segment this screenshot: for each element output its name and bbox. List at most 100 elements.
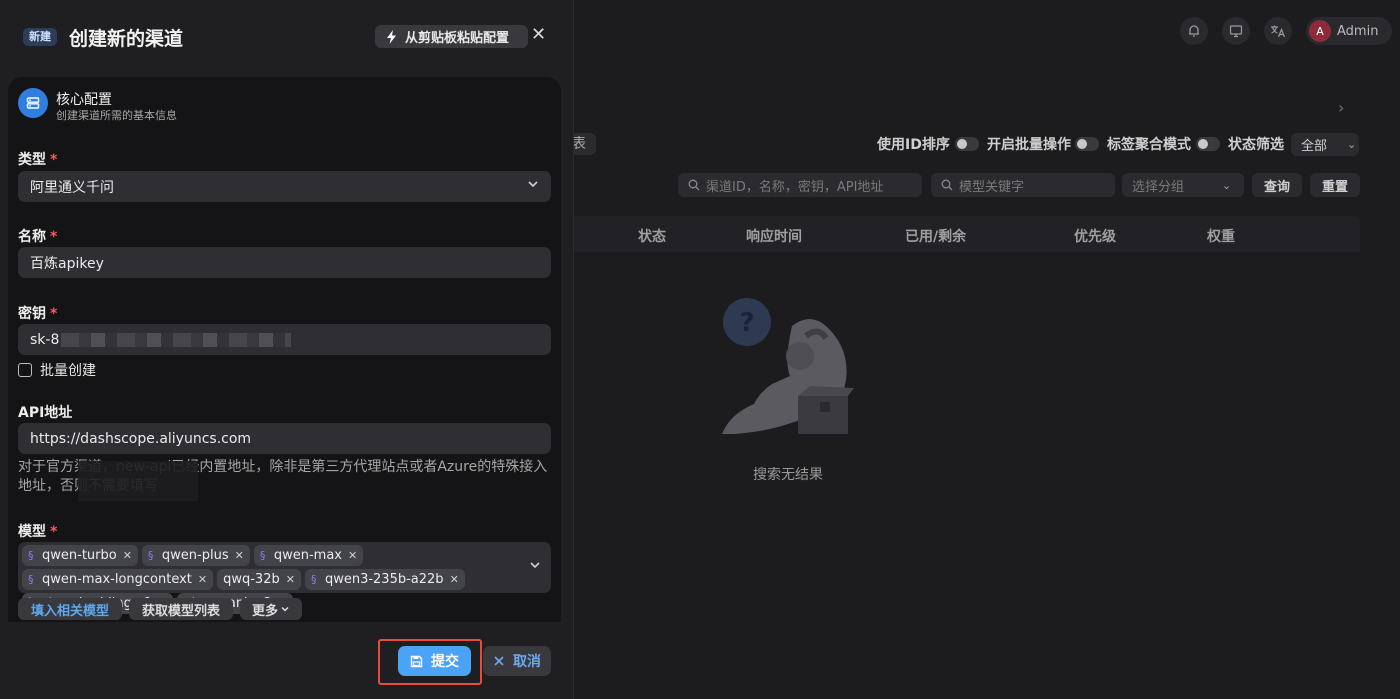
model-tag-label: qwen-turbo — [42, 548, 117, 563]
submit-label: 提交 — [431, 654, 459, 670]
models-label-text: 模型 — [18, 524, 46, 540]
new-badge: 新建 — [23, 28, 57, 46]
paste-from-clipboard-label: 从剪贴板粘贴配置 — [405, 31, 510, 46]
more-button[interactable]: 更多 — [240, 598, 302, 620]
models-multiselect[interactable]: § qwen-turbo ✕ § qwen-plus ✕ § qwen-max ✕ § qwen-m… — [18, 542, 551, 614]
api-field-label: API地址 — [18, 405, 73, 421]
remove-tag-icon[interactable]: ✕ — [123, 549, 132, 562]
key-field-label: 密钥 * — [18, 303, 57, 323]
avatar: A — [1309, 20, 1331, 42]
remove-tag-icon[interactable]: ✕ — [235, 549, 244, 562]
column-header: 响应时间 — [746, 229, 802, 245]
model-tag-label: qwen-max-longcontext — [42, 572, 192, 587]
model-tag-label: qwen-max — [273, 548, 342, 563]
name-label-text: 名称 — [18, 229, 46, 245]
model-tag[interactable]: § qwen3-235b-a22b ✕ — [304, 569, 465, 590]
empty-state-text: 搜索无结果 — [753, 467, 823, 483]
status-filter-select[interactable]: 全部 ⌄ — [1291, 133, 1359, 156]
channel-search-placeholder: 渠道ID，名称，密钥，API地址 — [706, 179, 884, 195]
group-select[interactable]: 选择分组 ⌄ — [1122, 173, 1244, 197]
sort-by-id-label: 使用ID排序 — [877, 137, 950, 153]
table-header: 状态 响应时间 已用/剩余 优先级 权重 — [560, 216, 1360, 252]
fetch-model-list-button[interactable]: 获取模型列表 — [129, 598, 233, 620]
required-mark: * — [50, 152, 58, 168]
batch-create-checkbox[interactable] — [18, 363, 32, 377]
redacted-key — [61, 332, 292, 347]
model-search-placeholder: 模型关键字 — [959, 179, 1025, 195]
chevron-right-icon[interactable]: › — [1338, 98, 1344, 117]
api-url-input[interactable]: https://dashscope.aliyuncs.com — [18, 423, 551, 454]
model-tag-label: qwq-32b — [223, 572, 280, 587]
remove-tag-icon[interactable]: ✕ — [450, 573, 459, 586]
required-mark: * — [50, 524, 58, 540]
api-url-value: https://dashscope.aliyuncs.com — [30, 430, 252, 447]
submit-button[interactable]: 提交 — [398, 646, 471, 676]
user-menu[interactable]: A Admin — [1306, 17, 1392, 45]
search-icon — [941, 179, 953, 191]
channel-search-input[interactable]: 渠道ID，名称，密钥，API地址 — [678, 173, 922, 197]
type-select[interactable]: 阿里通义千问 — [18, 171, 551, 202]
model-tag[interactable]: § qwen-plus ✕ — [141, 545, 250, 566]
model-tag[interactable]: § qwen-max ✕ — [253, 545, 364, 566]
key-value: sk-8 — [30, 331, 60, 348]
query-button[interactable]: 查询 — [1252, 173, 1302, 197]
translate-icon[interactable] — [1264, 17, 1292, 45]
model-tag-label: qwen3-235b-a22b — [324, 572, 444, 587]
column-header: 优先级 — [1074, 229, 1116, 245]
batch-create-checkbox-row[interactable]: 批量创建 — [18, 360, 96, 380]
tag-mode-label: 标签聚合模式 — [1107, 137, 1191, 153]
search-icon — [688, 179, 700, 191]
card-title: 核心配置 — [56, 92, 112, 108]
svg-text:?: ? — [739, 308, 754, 338]
chevron-down-icon[interactable] — [529, 559, 541, 575]
fill-related-models-button[interactable]: 填入相关模型 — [18, 598, 122, 620]
paste-from-clipboard-button[interactable]: 从剪贴板粘贴配置 — [375, 25, 528, 48]
qwen-logo-icon: § — [28, 572, 34, 586]
remove-tag-icon[interactable]: ✕ — [286, 573, 295, 586]
chevron-down-icon — [281, 606, 289, 612]
close-icon — [494, 656, 504, 666]
type-value: 阿里通义千问 — [30, 179, 114, 196]
cancel-button[interactable]: 取消 — [483, 646, 551, 676]
monitor-icon[interactable] — [1222, 17, 1250, 45]
card-subtitle: 创建渠道所需的基本信息 — [56, 109, 177, 122]
status-filter-label: 状态筛选 — [1228, 137, 1284, 153]
batch-ops-label: 开启批量操作 — [987, 137, 1071, 153]
model-tag[interactable]: qwq-32b ✕ — [217, 569, 301, 590]
remove-tag-icon[interactable]: ✕ — [348, 549, 357, 562]
core-config-card: 核心配置 创建渠道所需的基本信息 类型 * 阿里通义千问 名称 * 百炼apikey… — [8, 77, 561, 622]
create-channel-drawer: 新建 创建新的渠道 从剪贴板粘贴配置 ✕ 核心配置 创建渠道所需的基本信息 类型… — [0, 0, 574, 699]
column-header: 权重 — [1207, 229, 1235, 245]
status-filter-value: 全部 — [1301, 139, 1328, 154]
column-header: 已用/剩余 — [905, 229, 967, 245]
key-input[interactable]: sk-8 — [18, 324, 551, 355]
chevron-down-icon: ⌄ — [1347, 138, 1357, 151]
server-icon — [18, 88, 48, 118]
required-mark: * — [50, 229, 58, 245]
qwen-logo-icon: § — [259, 548, 266, 562]
batch-create-label: 批量创建 — [40, 363, 96, 379]
user-name: Admin — [1337, 23, 1379, 39]
reset-button[interactable]: 重置 — [1310, 173, 1360, 197]
model-tag[interactable]: § qwen-max-longcontext ✕ — [22, 569, 214, 590]
qwen-logo-icon: § — [310, 572, 317, 586]
cancel-label: 取消 — [513, 654, 541, 670]
tag-mode-toggle[interactable] — [1196, 137, 1220, 151]
name-field-label: 名称 * — [18, 226, 57, 246]
batch-ops-toggle[interactable] — [1075, 137, 1099, 151]
sort-by-id-toggle[interactable] — [955, 137, 979, 151]
model-tag[interactable]: § qwen-turbo ✕ — [22, 545, 138, 566]
drawer-header: 新建 创建新的渠道 从剪贴板粘贴配置 ✕ — [0, 0, 574, 72]
name-input[interactable]: 百炼apikey — [18, 247, 551, 278]
bell-icon[interactable] — [1180, 17, 1208, 45]
column-header: 状态 — [638, 229, 666, 245]
name-value: 百炼apikey — [30, 255, 104, 272]
lightning-icon — [387, 29, 396, 44]
empty-illustration: ? — [722, 298, 854, 434]
model-tag-label: qwen-plus — [161, 548, 229, 563]
model-search-input[interactable]: 模型关键字 — [931, 173, 1115, 197]
remove-tag-icon[interactable]: ✕ — [198, 573, 207, 586]
models-field-label: 模型 * — [18, 521, 57, 541]
qwen-logo-icon: § — [28, 548, 34, 562]
close-icon[interactable]: ✕ — [531, 24, 546, 45]
